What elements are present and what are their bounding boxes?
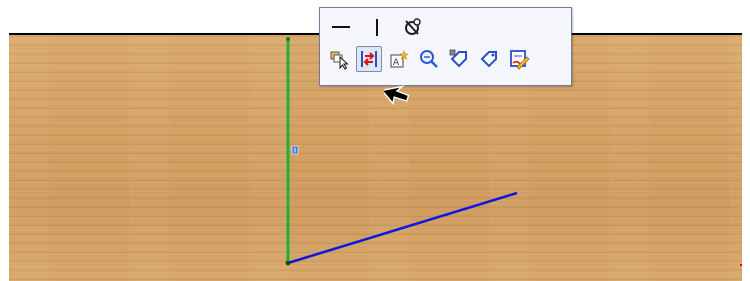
sketch-entity-icon[interactable] bbox=[446, 46, 472, 72]
sketch-origin-point[interactable] bbox=[285, 260, 291, 266]
context-toolbar-row-1 bbox=[328, 14, 426, 40]
add-relation-icon[interactable] bbox=[356, 46, 382, 72]
svg-text:A: A bbox=[393, 58, 400, 68]
fix-anchor-icon[interactable] bbox=[400, 14, 426, 40]
mouse-cursor-icon bbox=[384, 85, 410, 105]
tag-icon[interactable] bbox=[476, 46, 502, 72]
context-toolbar: A bbox=[319, 7, 572, 86]
horizontal-line-icon[interactable] bbox=[328, 14, 354, 40]
select-other-icon[interactable] bbox=[326, 46, 352, 72]
sketch-line[interactable] bbox=[287, 191, 518, 265]
line-endpoint-top[interactable] bbox=[286, 37, 290, 41]
edit-sketch-icon[interactable] bbox=[506, 46, 532, 72]
zoom-to-selection-icon[interactable] bbox=[416, 46, 442, 72]
vertical-line-icon[interactable] bbox=[364, 14, 390, 40]
context-toolbar-row-2: A bbox=[326, 46, 532, 72]
smart-dimension-icon[interactable]: A bbox=[386, 46, 412, 72]
sketch-origin-marker bbox=[740, 264, 742, 266]
